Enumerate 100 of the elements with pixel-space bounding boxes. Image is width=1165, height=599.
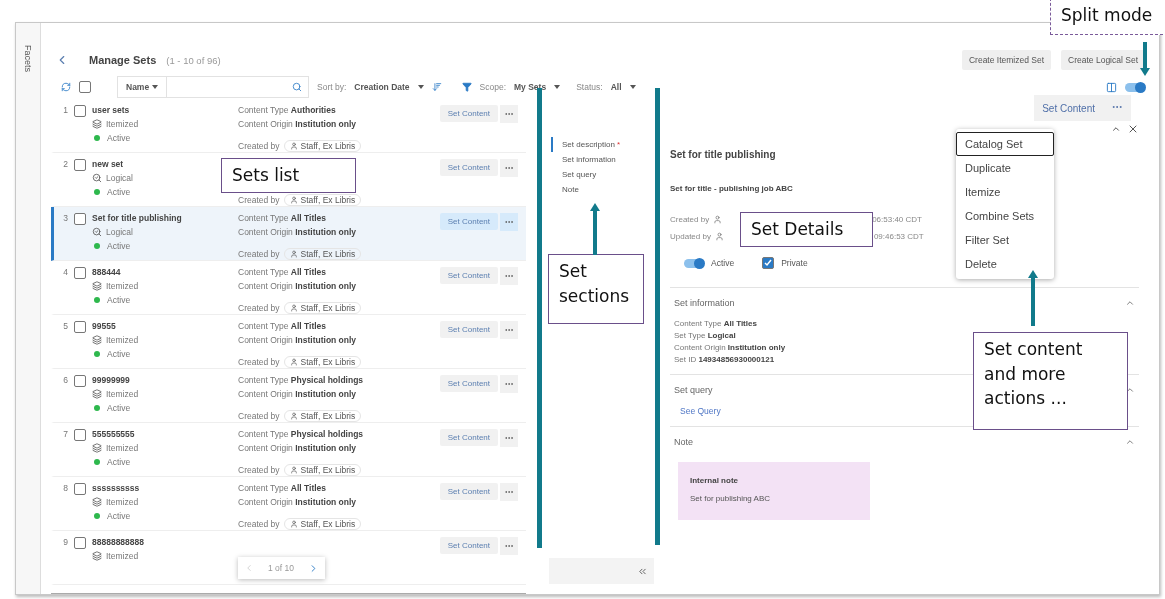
audit-time: 06:53:40 CDT	[872, 215, 922, 224]
create-set-button[interactable]: Create Itemized Set	[961, 50, 1052, 70]
set-content-button[interactable]: Set Content	[439, 321, 498, 338]
set-status: Active	[107, 457, 131, 467]
sort-dropdown[interactable]: Creation Date	[354, 82, 410, 92]
set-attribute: Content Origin Institution only	[238, 119, 357, 129]
set-content-button[interactable]: Set Content	[1034, 95, 1103, 121]
info-line: Content Type All Titles	[674, 319, 757, 328]
split-mode-toggle[interactable]	[1125, 82, 1145, 92]
set-status: Active	[107, 241, 131, 251]
set-name: ssssssssss	[92, 483, 140, 493]
menu-item[interactable]: Catalog Set	[956, 132, 1054, 156]
menu-item[interactable]: Combine Sets	[956, 204, 1054, 228]
stack-icon	[92, 443, 102, 453]
more-button[interactable]	[500, 267, 518, 285]
set-content-button[interactable]: Set Content	[439, 267, 498, 284]
row-number: 1	[62, 105, 69, 115]
see-query-link[interactable]: See Query	[680, 406, 721, 416]
status-dot	[94, 135, 100, 141]
facets-tab[interactable]: Facets	[23, 45, 33, 72]
set-attribute: Content Type Physical holdings	[238, 375, 364, 385]
refresh-icon[interactable]	[61, 82, 71, 92]
user-icon	[289, 520, 298, 528]
set-attribute: Content Type Authorities	[238, 105, 336, 115]
set-type: Itemized	[106, 551, 139, 561]
set-title: Set for title publishing	[670, 149, 776, 160]
set-type: Itemized	[106, 335, 139, 345]
more-button[interactable]	[500, 105, 518, 123]
sort-order-icon[interactable]	[431, 82, 442, 92]
row-checkbox[interactable]	[74, 375, 86, 387]
menu-item[interactable]: Duplicate	[956, 156, 1054, 180]
set-name: 555555555	[92, 429, 135, 439]
note-text: Set for publishing ABC	[690, 494, 772, 503]
menu-item[interactable]: Itemize	[956, 180, 1054, 204]
row-checkbox[interactable]	[74, 537, 86, 549]
page-indicator: 1 of 10	[268, 563, 294, 573]
set-content-button[interactable]: Set Content	[439, 375, 498, 392]
created-by-label: Created by	[238, 195, 280, 205]
set-content-button[interactable]: Set Content	[439, 159, 498, 176]
created-by-label: Created by	[238, 519, 280, 529]
row-checkbox[interactable]	[74, 267, 86, 279]
more-button[interactable]	[500, 537, 518, 555]
user-icon	[713, 215, 723, 224]
more-button[interactable]	[500, 321, 518, 339]
callout: Split mode	[1050, 0, 1165, 35]
more-button[interactable]	[500, 375, 518, 393]
set-status: Active	[107, 349, 131, 359]
sort-label: Sort by:	[317, 82, 347, 92]
set-attribute: Content Type All Titles	[238, 321, 327, 331]
more-button[interactable]	[500, 483, 518, 501]
create-set-button[interactable]: Create Logical Set	[1061, 50, 1145, 70]
row-checkbox[interactable]	[74, 213, 86, 225]
result-count: (1 - 10 of 96)	[166, 54, 221, 66]
arrow	[1140, 42, 1150, 76]
more-button[interactable]	[500, 159, 518, 177]
set-row[interactable]: 3 Set for title publishing Logical Active Content Type All Titles Content Origin Institution only Created by Staff, Ex Libris Set Content	[51, 207, 526, 261]
more-button[interactable]	[500, 213, 518, 231]
status-dot	[94, 405, 100, 411]
stack-icon	[92, 389, 102, 399]
section-link[interactable]: Note	[551, 182, 658, 197]
set-status: Active	[107, 403, 131, 413]
set-content-button[interactable]: Set Content	[439, 429, 498, 446]
row-checkbox[interactable]	[74, 159, 86, 171]
collapse-icon[interactable]	[1125, 385, 1135, 395]
previous-icon[interactable]	[1111, 124, 1121, 134]
row-checkbox[interactable]	[74, 483, 86, 495]
set-status: Active	[107, 187, 131, 197]
set-content-button[interactable]: Set Content	[439, 105, 498, 122]
select-all-checkbox[interactable]	[79, 81, 91, 93]
more-button[interactable]	[500, 429, 518, 447]
close-icon[interactable]	[1127, 123, 1139, 135]
user-icon	[289, 358, 298, 366]
status-dropdown[interactable]: All	[610, 82, 622, 92]
row-number: 4	[62, 267, 69, 277]
menu-item[interactable]: Delete	[956, 252, 1054, 276]
set-attribute: Content Origin Institution only	[238, 389, 357, 399]
row-checkbox[interactable]	[74, 321, 86, 333]
set-attribute: Content Type All Titles	[238, 213, 327, 223]
set-content-button[interactable]: Set Content	[439, 483, 498, 500]
search-icon[interactable]	[292, 82, 302, 92]
set-attribute: Content Type All Titles	[238, 483, 327, 493]
split-view-icon[interactable]	[1106, 81, 1117, 93]
menu-item[interactable]: Filter Set	[956, 228, 1054, 252]
info-line: Set ID 14934856930000121	[674, 355, 775, 364]
active-toggle[interactable]	[684, 258, 704, 268]
filter-icon	[461, 82, 472, 92]
set-content-button[interactable]: Set Content	[439, 537, 498, 554]
section-link[interactable]: Set information	[551, 152, 658, 167]
row-checkbox[interactable]	[74, 429, 86, 441]
set-content-button[interactable]: Set Content	[439, 213, 498, 230]
search-field[interactable]: Name	[117, 76, 309, 98]
user-icon	[714, 232, 724, 241]
row-checkbox[interactable]	[74, 105, 86, 117]
user-icon	[289, 250, 298, 258]
section-link[interactable]: Set query	[551, 167, 658, 182]
set-type: Itemized	[106, 281, 139, 291]
private-label: Private	[781, 258, 808, 268]
page-title: Manage Sets	[89, 54, 157, 66]
private-checkbox[interactable]	[762, 257, 775, 269]
set-name: Set for title publishing	[92, 213, 182, 223]
